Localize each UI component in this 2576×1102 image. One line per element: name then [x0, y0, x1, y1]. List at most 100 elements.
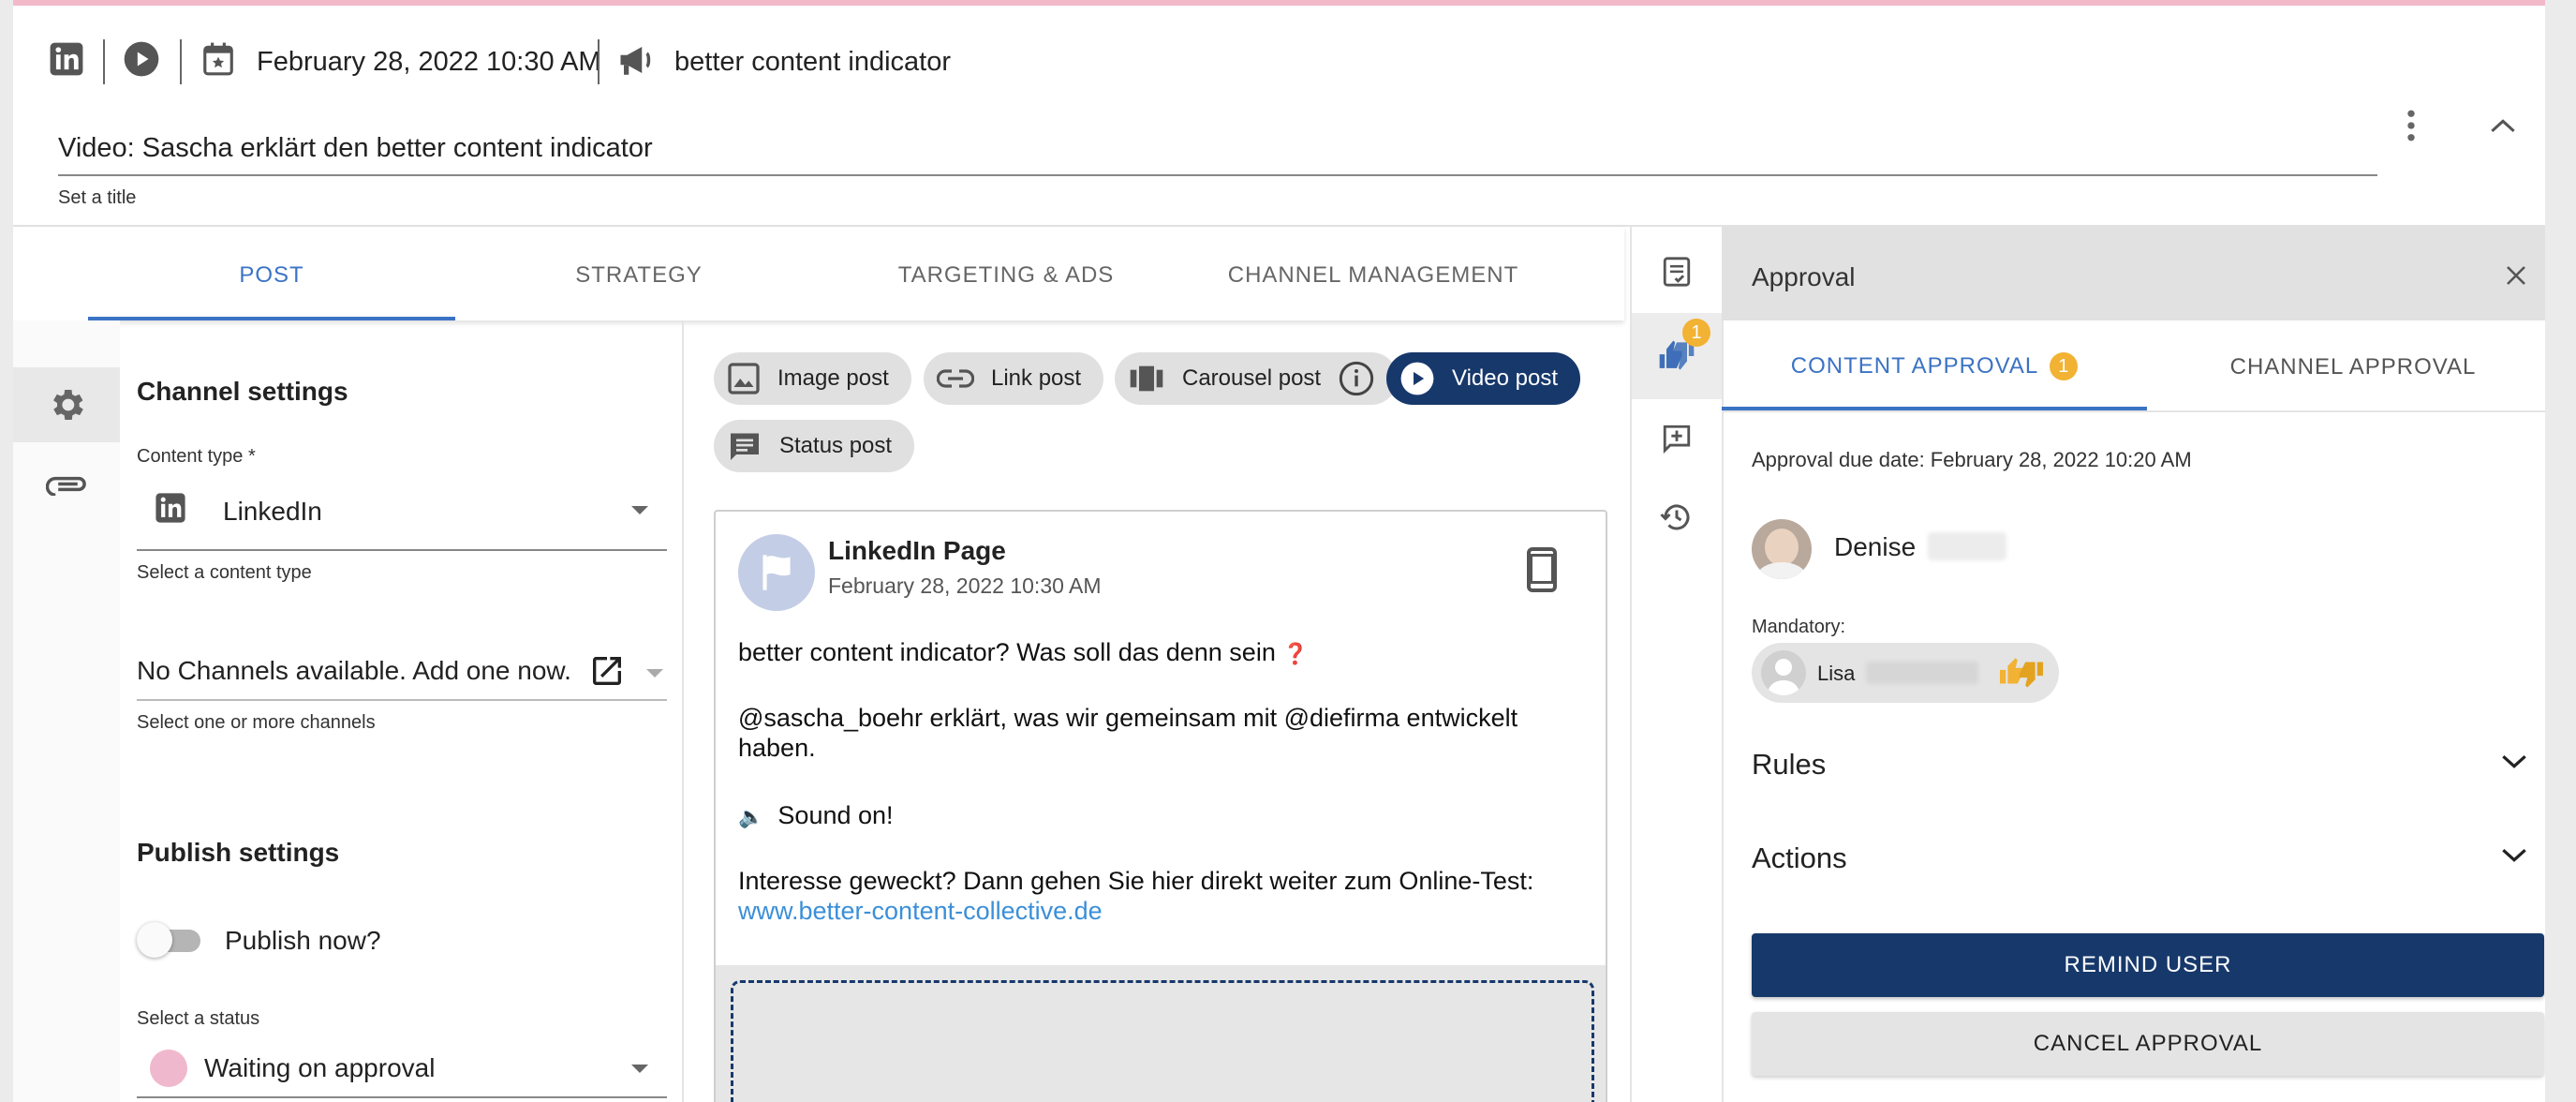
mandatory-user-chip[interactable]: Lisa — [1752, 643, 2059, 703]
close-icon[interactable] — [2499, 259, 2533, 292]
approval-title: Approval — [1752, 262, 1856, 291]
publish-now-toggle[interactable] — [137, 922, 204, 958]
header-divider — [180, 39, 182, 84]
carousel-post-chip[interactable]: Carousel post — [1115, 352, 1399, 405]
preview-page-name: LinkedIn Page — [828, 536, 1006, 565]
thumbs-up-down-icon — [2000, 658, 2043, 688]
megaphone-icon — [616, 41, 658, 79]
mandatory-user-name: Lisa — [1817, 662, 1856, 685]
remind-user-button[interactable]: REMIND USER — [1752, 933, 2544, 997]
preview-text: better content indicator? Was soll das d… — [738, 637, 1581, 926]
flag-icon — [762, 555, 791, 590]
mandatory-label: Mandatory: — [1752, 617, 1846, 637]
comment-icon — [731, 433, 759, 460]
toggle-thumb — [137, 922, 172, 958]
history-icon — [1660, 504, 1690, 530]
approver-name: Denise — [1834, 532, 1917, 561]
checklist-icon — [1663, 257, 1691, 287]
tab-channel-management[interactable]: CHANNEL MANAGEMENT — [1190, 262, 1557, 289]
carousel-icon — [1130, 365, 1163, 392]
status-select[interactable]: Waiting on approval — [137, 1036, 667, 1098]
mobile-preview-icon[interactable] — [1523, 545, 1561, 594]
channels-select[interactable]: No Channels available. Add one now. — [137, 643, 667, 699]
post-title-hint: Set a title — [58, 187, 137, 208]
content-type-underline — [137, 549, 667, 551]
more-vert-icon[interactable] — [2394, 105, 2428, 146]
linkedin-icon — [154, 491, 187, 525]
post-editor-card: February 28, 2022 10:30 AM better conten… — [13, 0, 2545, 1102]
carousel-post-label: Carousel post — [1182, 365, 1322, 391]
post-title-input[interactable]: Video: Sascha erklärt den better content… — [58, 133, 2377, 176]
status-value: Waiting on approval — [204, 1053, 436, 1082]
video-post-chip[interactable]: Video post — [1386, 352, 1580, 405]
link-post-chip[interactable]: Link post — [924, 352, 1104, 405]
actions-label: Actions — [1752, 841, 1847, 874]
tab-post[interactable]: POST — [88, 262, 455, 289]
content-type-label: Content type * — [137, 446, 256, 467]
image-icon — [728, 363, 760, 395]
page-avatar — [738, 534, 815, 611]
video-post-label: Video post — [1452, 365, 1558, 391]
channels-value: No Channels available. Add one now. — [137, 656, 571, 685]
gear-icon — [53, 390, 83, 420]
preview-line-4: Interesse geweckt? Dann gehen Sie hier d… — [738, 867, 1534, 895]
preview-line-2: @sascha_boehr erklärt, was wir gemeinsam… — [738, 704, 1518, 762]
media-dropzone[interactable] — [731, 980, 1594, 1102]
channel-settings-title: Channel settings — [137, 377, 348, 406]
checklist-rail-button[interactable] — [1632, 234, 1722, 309]
tab-strategy[interactable]: STRATEGY — [455, 262, 822, 289]
content-type-select[interactable]: LinkedIn — [137, 474, 667, 551]
channels-underline — [137, 699, 667, 701]
mandatory-surname-blurred — [1866, 662, 1978, 684]
comment-rail-button[interactable] — [1632, 403, 1722, 474]
folder-icon — [1052, 1094, 1127, 1102]
tab-post-indicator — [88, 317, 455, 320]
calendar-star-icon — [199, 39, 238, 79]
tab-content-approval[interactable]: CONTENT APPROVAL 1 — [1722, 320, 2147, 412]
column-divider — [682, 320, 684, 1102]
chevron-down-icon — [631, 1065, 648, 1073]
tab-content-approval-label: CONTENT APPROVAL — [1790, 353, 2039, 379]
chevron-down-icon — [2502, 848, 2526, 862]
header-divider — [598, 39, 600, 84]
tab-channel-approval[interactable]: CHANNEL APPROVAL — [2147, 354, 2545, 380]
rules-expander[interactable]: Rules — [1752, 735, 2544, 795]
preview-link[interactable]: www.better-content-collective.de — [738, 896, 1581, 926]
content-type-hint: Select a content type — [137, 562, 312, 583]
settings-rail-button[interactable] — [13, 367, 120, 442]
info-icon[interactable] — [1338, 360, 1375, 397]
header-divider — [103, 39, 105, 84]
header-campaign: better content indicator — [674, 47, 952, 77]
video-play-icon — [122, 39, 161, 79]
attachment-rail-button[interactable] — [13, 450, 120, 515]
rules-label: Rules — [1752, 748, 1827, 781]
tab-targeting-ads[interactable]: TARGETING & ADS — [822, 262, 1190, 289]
content-approval-badge: 1 — [2050, 352, 2079, 380]
history-rail-button[interactable] — [1632, 482, 1722, 553]
approval-due-date: Approval due date: February 28, 2022 10:… — [1752, 448, 2192, 471]
status-post-chip[interactable]: Status post — [714, 420, 915, 472]
chevron-down-icon — [2502, 754, 2526, 768]
chevron-down-icon — [646, 669, 663, 678]
play-icon — [1400, 362, 1434, 395]
post-preview: LinkedIn Page February 28, 2022 10:30 AM… — [714, 510, 1607, 1102]
link-post-label: Link post — [991, 365, 1082, 391]
actions-expander[interactable]: Actions — [1752, 828, 2544, 888]
publish-settings-title: Publish settings — [137, 838, 340, 867]
collapse-icon[interactable] — [2482, 107, 2524, 144]
status-label: Select a status — [137, 1008, 260, 1029]
chevron-down-icon — [631, 506, 648, 514]
status-underline — [137, 1096, 667, 1098]
post-title-value: Video: Sascha erklärt den better content… — [58, 133, 653, 163]
linkedin-icon — [47, 39, 86, 79]
image-post-chip[interactable]: Image post — [714, 352, 911, 405]
content-type-value: LinkedIn — [223, 497, 322, 526]
person-icon — [1761, 650, 1806, 695]
cancel-approval-button[interactable]: CANCEL APPROVAL — [1752, 1012, 2544, 1076]
open-in-new-icon[interactable] — [586, 650, 628, 692]
preview-date: February 28, 2022 10:30 AM — [828, 573, 1102, 598]
approval-count-badge: 1 — [1682, 319, 1710, 347]
approval-rail-button[interactable]: 1 — [1632, 313, 1722, 399]
paperclip-icon — [46, 476, 86, 496]
approver-avatar — [1752, 519, 1812, 579]
